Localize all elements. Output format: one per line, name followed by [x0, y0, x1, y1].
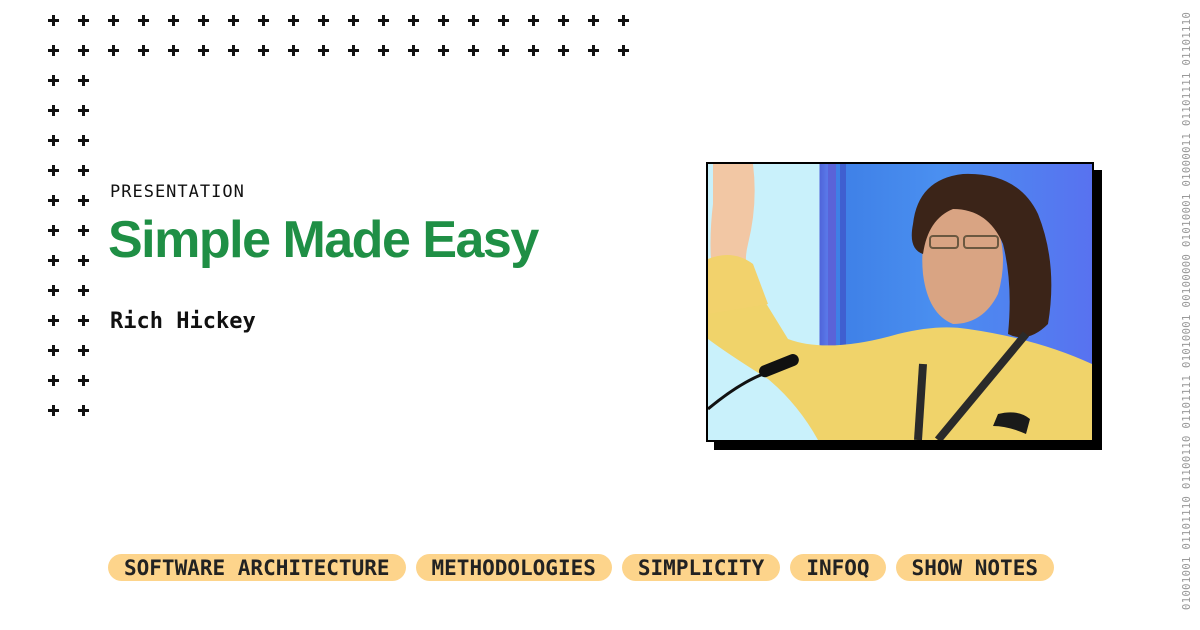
plus-icon [348, 45, 359, 56]
plus-icon [48, 195, 59, 206]
tag-methodologies[interactable]: METHODOLOGIES [415, 554, 612, 581]
plus-icon [318, 45, 329, 56]
plus-icon [378, 45, 389, 56]
plus-icon [78, 165, 89, 176]
plus-icon [48, 285, 59, 296]
plus-icon [48, 75, 59, 86]
plus-icon [78, 255, 89, 266]
plus-icon [468, 15, 479, 26]
plus-icon [168, 45, 179, 56]
plus-icon [408, 15, 419, 26]
plus-icon [48, 225, 59, 236]
plus-icon [48, 405, 59, 416]
plus-icon [48, 255, 59, 266]
plus-icon [198, 15, 209, 26]
tag-infoq[interactable]: INFOQ [790, 554, 886, 581]
plus-icon [78, 105, 89, 116]
plus-icon [228, 15, 239, 26]
plus-icon [78, 345, 89, 356]
plus-icon [48, 165, 59, 176]
binary-decoration: 01001001 01101110 01100110 01101111 0101… [1181, 11, 1193, 610]
lanyard [914, 363, 927, 440]
plus-icon [528, 45, 539, 56]
plus-icon [318, 15, 329, 26]
speaker-photo-frame [706, 162, 1102, 450]
tag-list: SOFTWARE ARCHITECTURE METHODOLOGIES SIMP… [108, 554, 1054, 581]
plus-icon [588, 15, 599, 26]
plus-icon [438, 15, 449, 26]
plus-icon [78, 375, 89, 386]
plus-icon [558, 45, 569, 56]
sleeve [708, 255, 768, 314]
plus-icon [108, 45, 119, 56]
plus-icon [498, 15, 509, 26]
plus-icon [378, 15, 389, 26]
plus-icon [618, 45, 629, 56]
plus-icon [468, 45, 479, 56]
plus-icon [78, 75, 89, 86]
tag-software-architecture[interactable]: SOFTWARE ARCHITECTURE [108, 554, 406, 581]
plus-icon [438, 45, 449, 56]
plus-icon [288, 15, 299, 26]
speaker-illustration [708, 164, 1092, 440]
plus-icon [138, 45, 149, 56]
author-name: Rich Hickey [110, 309, 256, 334]
plus-icon [198, 45, 209, 56]
plus-icon [48, 345, 59, 356]
plus-icon [348, 15, 359, 26]
speaker-photo [706, 162, 1094, 442]
plus-icon [228, 45, 239, 56]
microphone-stand [708, 372, 764, 411]
plus-icon [78, 15, 89, 26]
plus-icon [258, 45, 269, 56]
plus-icon [408, 45, 419, 56]
tag-simplicity[interactable]: SIMPLICITY [621, 554, 781, 581]
plus-icon [498, 45, 509, 56]
plus-icon [78, 225, 89, 236]
tag-show-notes[interactable]: SHOW NOTES [895, 554, 1054, 581]
plus-icon [78, 405, 89, 416]
plus-icon [618, 15, 629, 26]
plus-icon [528, 15, 539, 26]
plus-icon [108, 15, 119, 26]
plus-icon [78, 195, 89, 206]
plus-icon [588, 45, 599, 56]
plus-icon [48, 375, 59, 386]
plus-icon [78, 135, 89, 146]
page-title: Simple Made Easy [108, 211, 539, 269]
plus-icon [288, 45, 299, 56]
plus-icon [48, 45, 59, 56]
plus-icon [78, 285, 89, 296]
plus-icon [48, 315, 59, 326]
plus-icon [48, 135, 59, 146]
content-type-label: PRESENTATION [110, 182, 245, 202]
plus-icon [48, 105, 59, 116]
plus-icon [558, 15, 569, 26]
plus-icon [138, 15, 149, 26]
plus-icon [78, 45, 89, 56]
plus-icon [168, 15, 179, 26]
plus-icon [258, 15, 269, 26]
plus-icon [48, 15, 59, 26]
plus-icon [78, 315, 89, 326]
